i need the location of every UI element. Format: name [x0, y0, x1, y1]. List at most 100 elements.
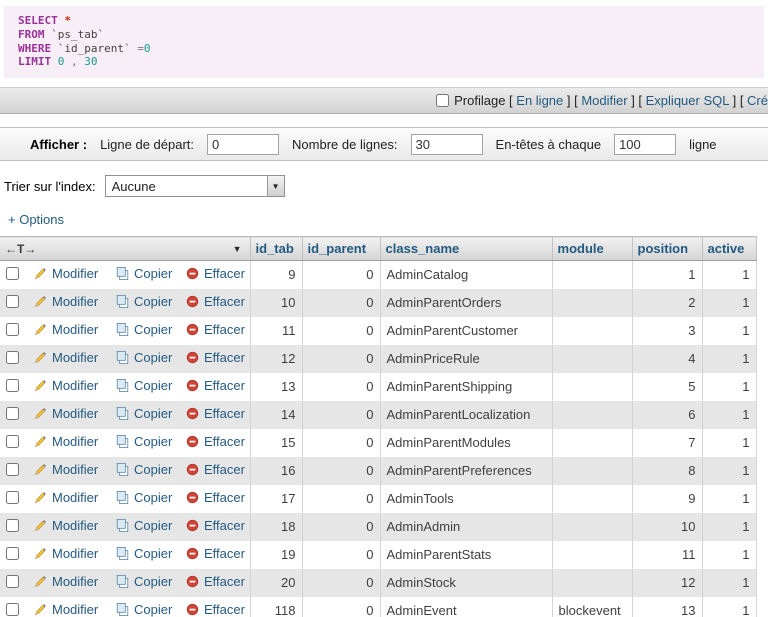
edit-link[interactable]: Modifier [52, 406, 98, 421]
row-checkbox[interactable] [6, 602, 19, 616]
delete-link[interactable]: Effacer [204, 406, 245, 421]
num-rows-input[interactable] [410, 133, 483, 155]
dropdown-arrow-icon[interactable]: ▼ [266, 176, 284, 196]
cell-class_name: AdminTools [379, 484, 553, 513]
start-row-input[interactable] [207, 133, 280, 155]
delete-link[interactable]: Effacer [204, 574, 245, 589]
options-toggle-link[interactable]: + Options [8, 212, 64, 227]
cell-class_name: AdminParentLocalization [379, 400, 553, 429]
copy-link[interactable]: Copier [134, 546, 172, 561]
profiling-checkbox[interactable] [436, 94, 450, 107]
edit-link[interactable]: Modifier [52, 462, 98, 477]
row-checkbox[interactable] [6, 574, 19, 588]
edit-link[interactable]: Modifier [52, 518, 98, 533]
delete-link[interactable]: Effacer [204, 434, 245, 449]
delete-link[interactable]: Effacer [204, 546, 245, 561]
sort-index-select[interactable]: Aucune ▼ [104, 175, 285, 197]
row-checkbox[interactable] [6, 350, 19, 364]
column-header-module[interactable]: module [551, 236, 633, 261]
cell-position: 2 [631, 288, 703, 317]
delete-link[interactable]: Effacer [204, 266, 245, 281]
copy-link[interactable]: Copier [134, 490, 172, 505]
delete-icon [186, 267, 199, 283]
copy-link[interactable]: Copier [134, 406, 172, 421]
column-header-class-name[interactable]: class_name [379, 236, 553, 261]
row-checkbox[interactable] [6, 266, 19, 280]
cell-id_tab: 9 [249, 260, 303, 289]
delete-link[interactable]: Effacer [204, 378, 245, 393]
row-checkbox[interactable] [6, 490, 19, 504]
delete-link[interactable]: Effacer [204, 518, 245, 533]
row-checkbox[interactable] [6, 294, 19, 308]
edit-link[interactable]: Modifier [52, 350, 98, 365]
delete-link[interactable]: Effacer [204, 350, 245, 365]
row-checkbox[interactable] [6, 378, 19, 392]
copy-icon [116, 547, 129, 563]
delete-link[interactable]: Effacer [204, 322, 245, 337]
cell-id_parent: 0 [301, 260, 381, 289]
edit-link[interactable]: Modifier [52, 378, 98, 393]
copy-link[interactable]: Copier [134, 518, 172, 533]
copy-link[interactable]: Copier [134, 294, 172, 309]
delete-link[interactable]: Effacer [204, 490, 245, 505]
copy-link[interactable]: Copier [134, 350, 172, 365]
table-row: Modifier Copier Effacer 9 0 AdminCatalog 1 1 [0, 260, 757, 289]
cell-class_name: AdminParentPreferences [379, 456, 553, 485]
column-header-id-parent[interactable]: id_parent [301, 236, 381, 261]
profiling-link[interactable]: Cré [747, 93, 768, 108]
row-checkbox[interactable] [6, 434, 19, 448]
delete-link[interactable]: Effacer [204, 602, 245, 617]
cell-position: 9 [631, 484, 703, 513]
profiling-link[interactable]: En ligne [516, 93, 563, 108]
row-checkbox[interactable] [6, 518, 19, 532]
cell-class_name: AdminPriceRule [379, 344, 553, 373]
cell-id_parent: 0 [301, 596, 381, 617]
sql-line: SELECT * [18, 14, 71, 27]
column-header-active[interactable]: active [701, 236, 757, 261]
sort-index-selected-value: Aucune [111, 178, 156, 194]
copy-link[interactable]: Copier [134, 602, 172, 617]
sort-descending-icon[interactable]: ▼ [233, 244, 245, 254]
copy-link[interactable]: Copier [134, 434, 172, 449]
edit-link[interactable]: Modifier [52, 294, 98, 309]
row-checkbox[interactable] [6, 322, 19, 336]
cell-id_tab: 14 [249, 400, 303, 429]
row-checkbox[interactable] [6, 406, 19, 420]
delete-link[interactable]: Effacer [204, 294, 245, 309]
copy-link[interactable]: Copier [134, 462, 172, 477]
row-checkbox[interactable] [6, 546, 19, 560]
cell-active: 1 [701, 428, 757, 457]
column-header-id-tab[interactable]: id_tab [249, 236, 303, 261]
edit-link[interactable]: Modifier [52, 266, 98, 281]
profiling-link[interactable]: Modifier [581, 93, 627, 108]
pencil-icon [34, 351, 47, 367]
edit-link[interactable]: Modifier [52, 434, 98, 449]
column-header-position[interactable]: position [631, 236, 703, 261]
edit-link[interactable]: Modifier [52, 546, 98, 561]
headers-every-input[interactable] [614, 133, 677, 155]
edit-link[interactable]: Modifier [52, 602, 98, 617]
cell-module [551, 288, 633, 317]
cell-module [551, 428, 633, 457]
copy-link[interactable]: Copier [134, 266, 172, 281]
profiling-link[interactable]: Expliquer SQL [646, 93, 729, 108]
cell-id_parent: 0 [301, 400, 381, 429]
display-options-bar: Afficher : Ligne de départ: Nombre de li… [0, 127, 768, 161]
delete-link[interactable]: Effacer [204, 462, 245, 477]
copy-link[interactable]: Copier [134, 378, 172, 393]
cell-active: 1 [701, 260, 757, 289]
edit-link[interactable]: Modifier [52, 490, 98, 505]
table-options-handle-icon[interactable]: ←T→ [5, 242, 36, 256]
profiling-toolbar: Profilage [ En ligne ] [ Modifier ] [ Ex… [0, 87, 768, 114]
delete-icon [186, 295, 199, 311]
sql-line: WHERE `id_parent` =0 [18, 41, 151, 55]
copy-link[interactable]: Copier [134, 574, 172, 589]
cell-class_name: AdminParentShipping [379, 372, 553, 401]
edit-link[interactable]: Modifier [52, 574, 98, 589]
cell-active: 1 [701, 344, 757, 373]
actions-header-cell: ←T→ ▼ [0, 236, 251, 261]
copy-link[interactable]: Copier [134, 322, 172, 337]
cell-position: 7 [631, 428, 703, 457]
row-checkbox[interactable] [6, 462, 19, 476]
edit-link[interactable]: Modifier [52, 322, 98, 337]
